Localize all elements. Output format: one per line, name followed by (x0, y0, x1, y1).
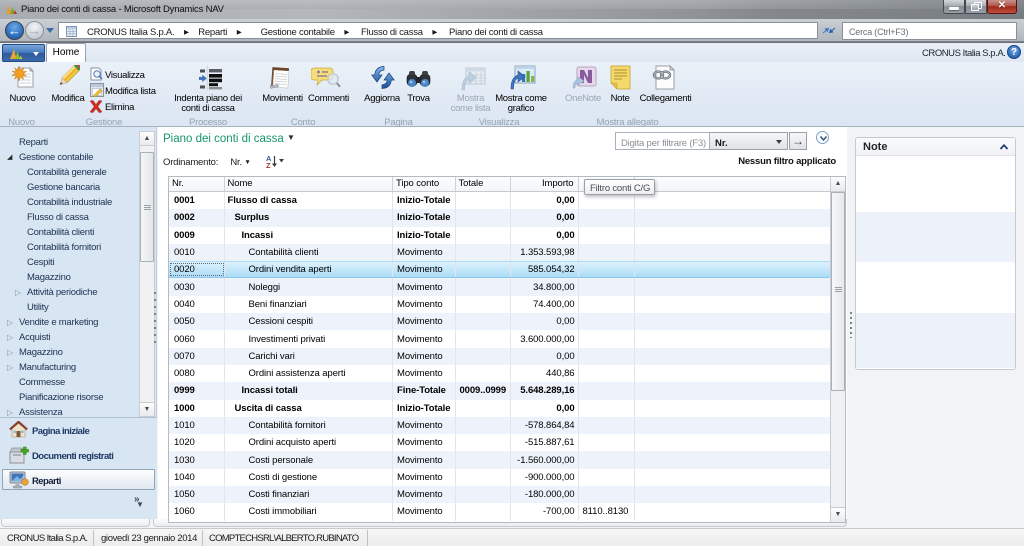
svg-text:Z: Z (266, 161, 271, 168)
